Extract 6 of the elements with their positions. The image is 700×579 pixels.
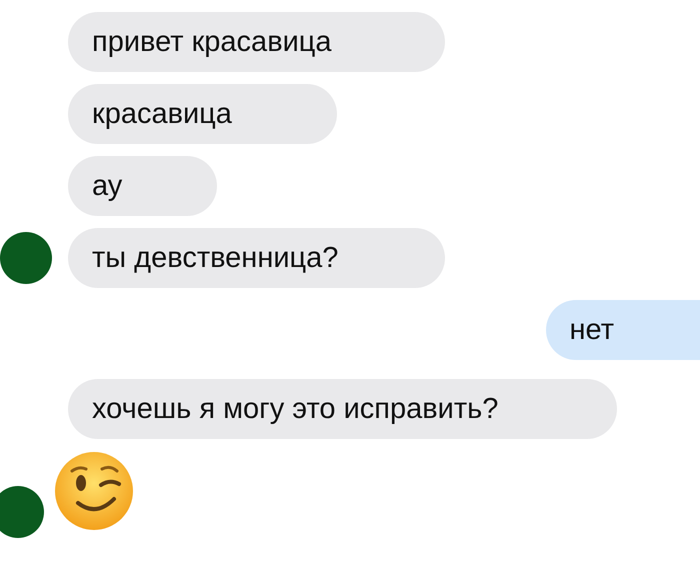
message-bubble: нет (546, 300, 700, 360)
message-bubble: ты девственница? (68, 228, 445, 288)
message-bubble: привет красавица (68, 12, 445, 72)
message-bubble: ау (68, 156, 217, 216)
message-bubble: хочешь я могу это исправить? (68, 379, 617, 439)
message-bubble: красавица (68, 84, 337, 144)
